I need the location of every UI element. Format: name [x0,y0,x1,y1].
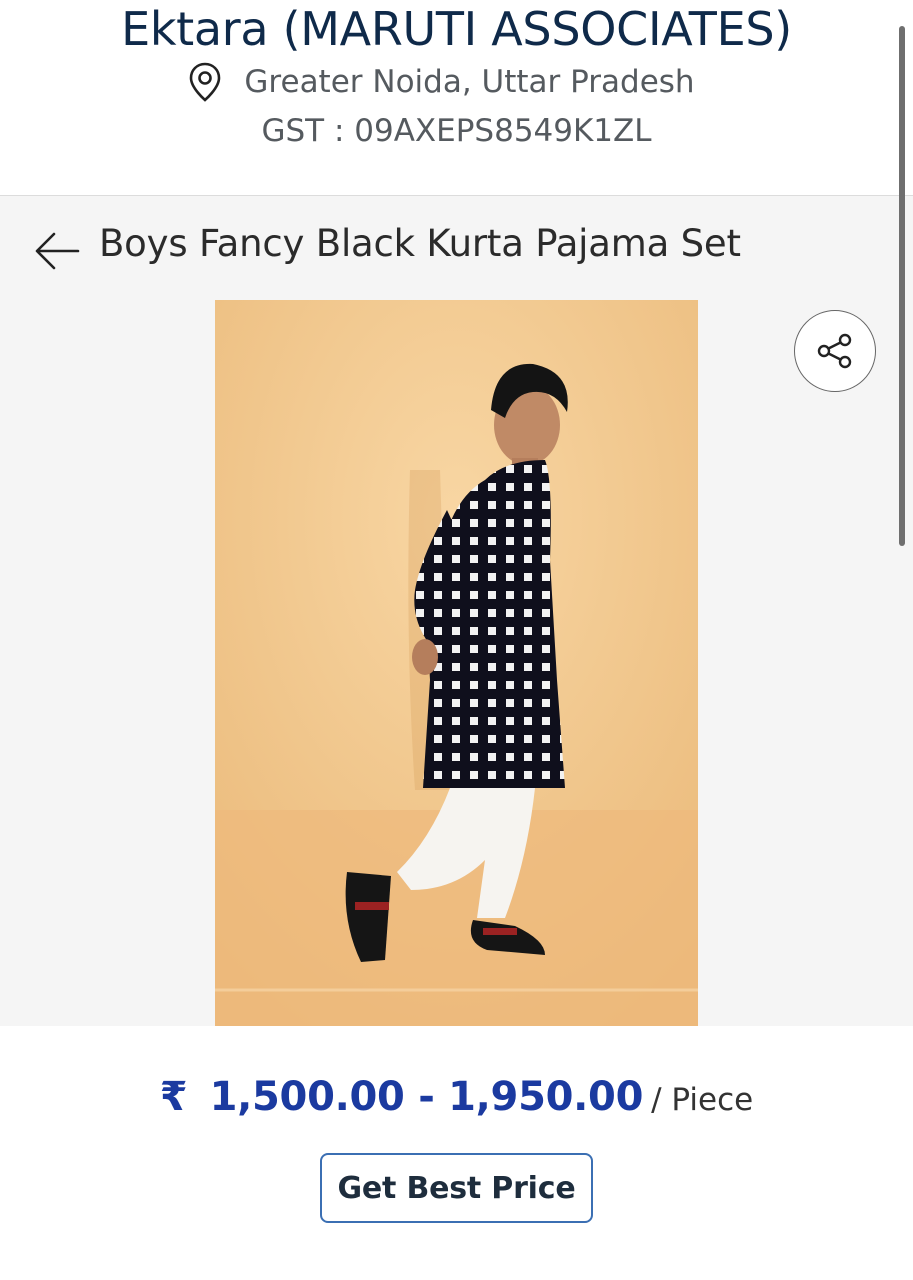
share-button[interactable] [794,310,876,392]
price-row: ₹ 1,500.00 - 1,950.00 / Piece [0,1074,913,1120]
get-best-price-button[interactable]: Get Best Price [320,1153,593,1223]
scrollbar-thumb[interactable] [899,26,905,546]
currency-symbol: ₹ [159,1074,188,1120]
share-icon [817,333,852,369]
product-image[interactable] [215,300,698,1026]
back-arrow-icon[interactable] [30,226,82,276]
seller-location: Greater Noida, Uttar Pradesh [0,62,913,102]
seller-name[interactable]: Ektara (MARUTI ASSOCIATES) [0,2,913,56]
seller-header: Ektara (MARUTI ASSOCIATES) Greater Noida… [0,0,913,196]
map-pin-icon [190,62,221,102]
product-photo [215,300,698,1026]
product-title: Boys Fancy Black Kurta Pajama Set [99,222,741,265]
price-unit: / Piece [651,1082,754,1118]
location-text: Greater Noida, Uttar Pradesh [244,64,695,100]
price-range: 1,500.00 - 1,950.00 [209,1074,644,1120]
gst-number: GST : 09AXEPS8549K1ZL [261,113,652,149]
